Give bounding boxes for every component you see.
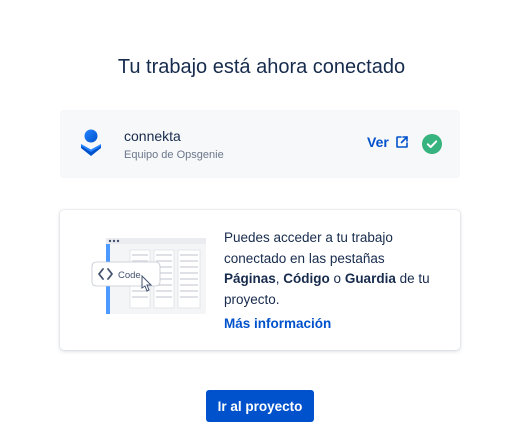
go-to-project-button[interactable]: Ir al proyecto [206,390,314,422]
info-text: Puedes acceder a tu trabajo conectado en… [224,228,439,310]
more-info-link[interactable]: Más información [224,316,331,331]
check-circle-icon [422,134,442,154]
external-link-icon [396,136,408,148]
pages-tab-name: Páginas [224,271,276,286]
team-name: connekta [124,128,181,144]
code-tab-name: Código [283,271,330,286]
view-link-label: Ver [367,134,389,150]
info-text-part1: Puedes acceder a tu trabajo conectado en… [224,230,393,266]
guard-tab-name: Guardia [344,271,396,286]
connected-work-page: Tu trabajo está ahora conectado connekta… [0,0,523,434]
team-subtitle: Equipo de Opsgenie [124,149,224,161]
view-link[interactable]: Ver [367,134,409,150]
info-connector: o [329,271,345,286]
code-tab-illustration: Code [91,238,206,314]
page-title: Tu trabajo está ahora conectado [117,56,406,78]
team-card: connekta Equipo de Opsgenie Ver [60,110,460,178]
illustration-code-label: Code [118,270,141,281]
opsgenie-logo-icon [81,129,101,156]
info-card: Code Puedes acceder a tu trabajo conecta… [60,210,460,350]
